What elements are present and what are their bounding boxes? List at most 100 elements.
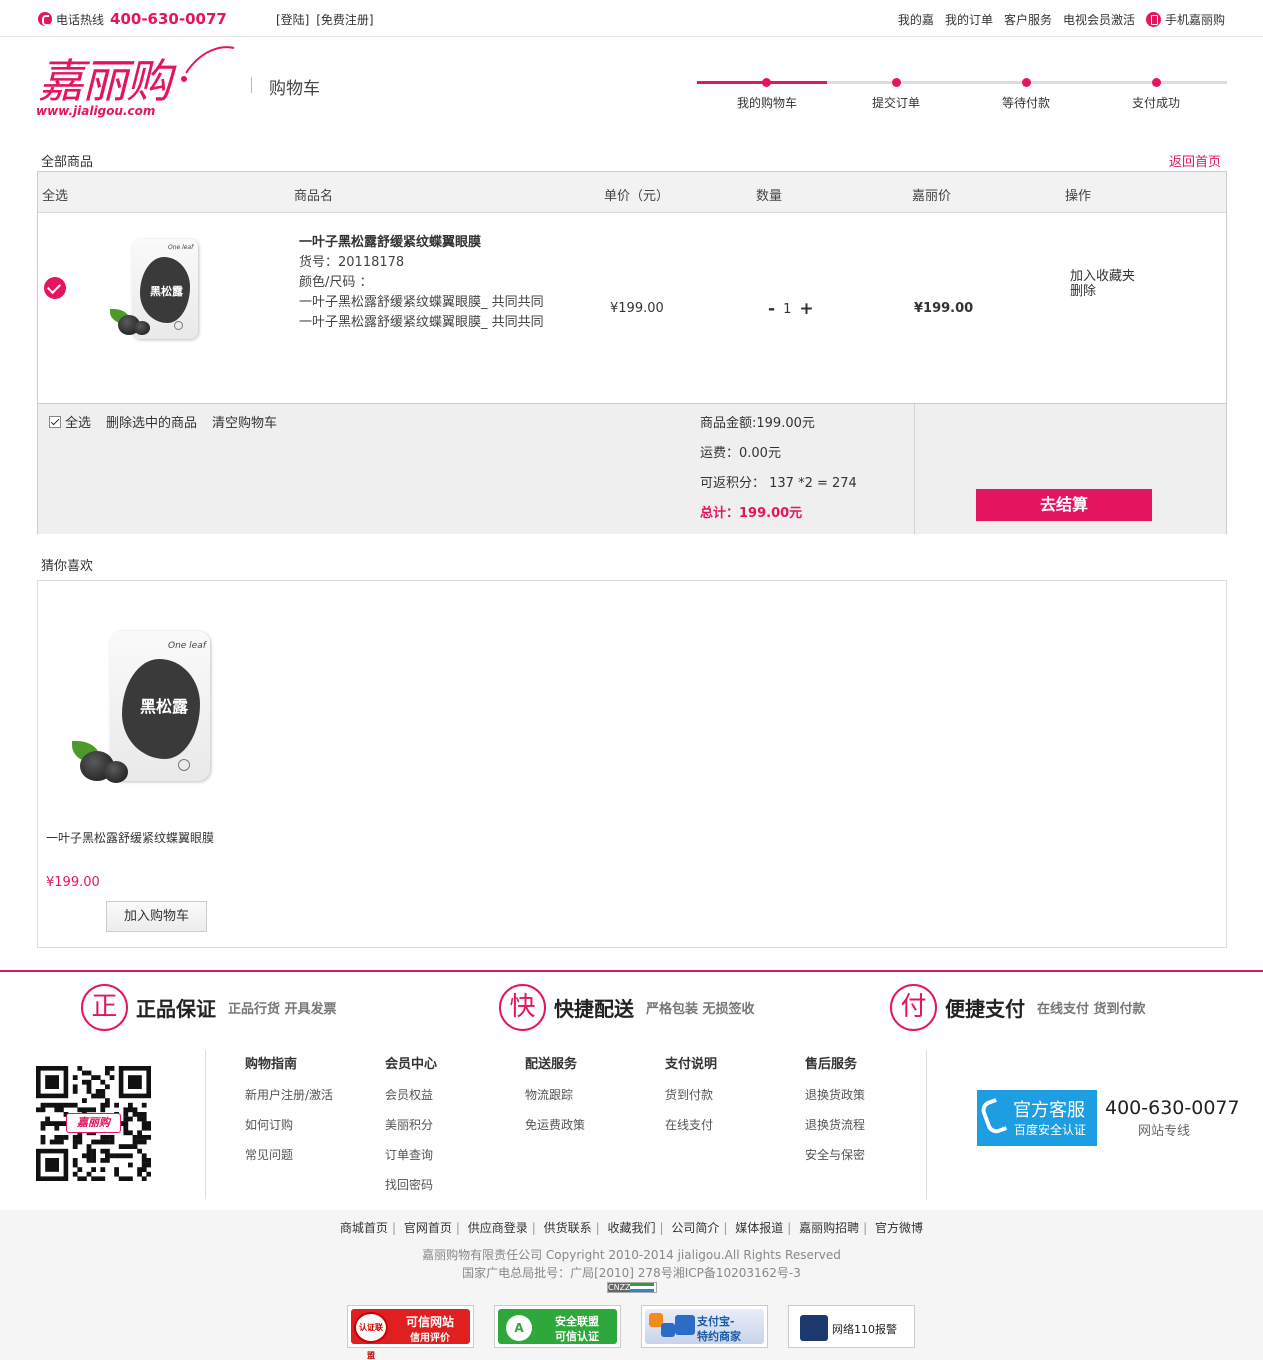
badge-line-1: 支付宝- [697,1315,735,1328]
recommend-item-name[interactable]: 一叶子黑松露舒缓紧纹蝶翼眼膜 [46,829,214,846]
cart-item-row: One leaf 黑松露 一叶子黑松露舒缓紧纹蝶翼眼膜 货号：20118178 … [38,213,1226,404]
qr-logo: 嘉丽购 [66,1113,121,1133]
add-to-favorites-link[interactable]: 加入收藏夹 [1070,269,1135,284]
police-110-badge[interactable]: 网络110报警 [788,1305,915,1348]
footer-link[interactable]: 货到付款 [665,1080,717,1110]
footer-link[interactable]: 安全与保密 [805,1140,865,1170]
copyright: 嘉丽购物有限责任公司 Copyright 2010-2014 jialigou.… [422,1248,841,1262]
footer-link[interactable]: 在线支付 [665,1110,717,1140]
nav-mobile[interactable]: 手机嘉丽购 [1145,11,1225,28]
summary-divider [914,404,915,534]
qty-value[interactable]: 1 [783,302,791,317]
col-select-all[interactable]: 全选 [42,185,68,204]
feature-sub: 严格包装 无损签收 [646,1002,755,1017]
quantity-stepper: - 1 + [768,299,814,319]
footer-link[interactable]: 订单查询 [385,1140,437,1170]
footer-link[interactable]: 会员权益 [385,1080,437,1110]
footer-col-title: 配送服务 [525,1057,578,1072]
footer-col-title: 购物指南 [245,1057,298,1072]
rec-pack-logo-icon [178,759,190,771]
link-supply-contact[interactable]: 供货联系 [544,1221,592,1235]
cnzz-badge[interactable]: CNZZ [607,1282,657,1293]
col-quantity: 数量 [756,189,783,204]
footer-link[interactable]: 常见问题 [245,1140,333,1170]
trusted-site-badge[interactable]: 认证联盟 可信网站 信用评价 [347,1305,474,1360]
bottom-footer: 商城首页 | 官网首页 | 供应商登录 | 供货联系 | 收藏我们 | 公司简介 | 媒体报… [0,1210,1263,1360]
link-mall-home[interactable]: 商城首页 [340,1221,388,1235]
nav-mobile-label: 手机嘉丽购 [1164,13,1225,27]
footer-col-member: 会员中心 会员权益 美丽积分 订单查询 找回密码 [385,1056,437,1200]
footer-link[interactable]: 退换货政策 [805,1080,865,1110]
rec-product-pack: One leaf 黑松露 [110,631,210,781]
item-attr-label: 颜色/尺码 ： [299,275,373,290]
nav-customer-service[interactable]: 客户服务 [1004,11,1052,28]
mobile-icon [1145,12,1161,27]
service-number-sub: 网站专线 [1138,1124,1191,1139]
step-submit-order: 提交订单 [871,96,920,110]
hotline: 电话热线 400-630-0077 [38,10,227,28]
footer-divider-right [926,1050,927,1199]
add-to-cart-button[interactable]: 加入购物车 [106,901,207,932]
nav-my-jia[interactable]: 我的嘉 [898,11,934,28]
link-bookmark[interactable]: 收藏我们 [607,1221,655,1235]
clear-cart-link[interactable]: 清空购物车 [212,412,277,431]
site-logo[interactable]: 嘉丽购 www.jialigou.com [36,45,236,123]
footer-col-payment: 支付说明 货到付款 在线支付 [665,1056,717,1140]
all-goods-label: 全部商品 [41,155,94,170]
link-company-intro[interactable]: 公司简介 [671,1221,719,1235]
footer-link[interactable]: 如何订购 [245,1110,333,1140]
step-pay-success: 支付成功 [1131,96,1180,110]
top-nav: 我的嘉 我的订单 客户服务 电视会员激活 手机嘉丽购 [898,11,1225,28]
puzzle-icon-3 [675,1315,695,1335]
alipay-inner: 支付宝- 特约商家 [645,1309,764,1344]
security-alliance-badge[interactable]: A 安全联盟 可信认证 [494,1305,621,1348]
delete-item-link[interactable]: 删除 [1070,284,1135,299]
shield-icon: A [506,1315,532,1341]
badge-line-2: 信用评价 [410,1333,450,1344]
badge-line-1: 安全联盟 [555,1315,599,1328]
item-name[interactable]: 一叶子黑松露舒缓紧纹蝶翼眼膜 [299,231,481,250]
pack-logo-icon [174,321,183,330]
cnzz-label: CNZZ [608,1283,631,1292]
feature-fast-delivery: 快 快捷配送 严格包装 无损签收 [499,984,755,1031]
footer-link[interactable]: 退换货流程 [805,1110,865,1140]
link-official-home[interactable]: 官网首页 [404,1221,452,1235]
nav-tv-member[interactable]: 电视会员激活 [1063,11,1135,28]
link-media[interactable]: 媒体报道 [735,1221,783,1235]
item-jiali-price: ¥199.00 [914,301,974,316]
item-checkbox[interactable] [44,277,66,299]
link-supplier-login[interactable]: 供应商登录 [468,1221,528,1235]
qty-minus-button[interactable]: - [768,299,775,319]
footer-link[interactable]: 新用户注册/激活 [245,1080,333,1110]
pack-cn-label: 黑松露 [150,285,183,298]
footer-divider-left [205,1050,206,1199]
select-all-checkbox[interactable]: 全选 [49,412,91,431]
footer-link[interactable]: 物流跟踪 [525,1080,585,1110]
step-await-payment: 等待付款 [1001,96,1050,110]
feature-payment: 付 便捷支付 在线支付 货到付款 [890,984,1146,1031]
bottom-links: 商城首页 | 官网首页 | 供应商登录 | 供货联系 | 收藏我们 | 公司简介 | 媒体报… [339,1221,924,1235]
auth-links: [登陆] [免费注册] [276,11,374,28]
recommend-product-image[interactable]: One leaf 黑松露 [68,621,238,811]
delete-selected-link[interactable]: 删除选中的商品 [106,412,197,431]
back-home-link[interactable]: 返回首页 [1169,151,1221,170]
qty-plus-button[interactable]: + [799,299,813,319]
footer-link[interactable]: 找回密码 [385,1170,437,1200]
alipay-merchant-badge[interactable]: 支付宝- 特约商家 [641,1305,768,1348]
link-jobs[interactable]: 嘉丽购招聘 [799,1221,859,1235]
nav-my-orders[interactable]: 我的订单 [945,11,993,28]
item-unit-price: ¥199.00 [610,301,664,316]
footer-link[interactable]: 免运费政策 [525,1110,585,1140]
footer-link[interactable]: 美丽积分 [385,1110,437,1140]
checkout-button[interactable]: 去结算 [976,489,1152,521]
pay-icon: 付 [890,984,937,1031]
product-image[interactable]: One leaf 黑松露 [104,233,214,349]
register-link[interactable]: [免费注册] [316,13,373,27]
cart-summary: 全选 删除选中的商品 清空购物车 商品金额:199.00元 运费：0.00元 可… [38,404,1226,534]
official-service-button[interactable]: 官方客服 百度安全认证 [977,1090,1097,1146]
item-operations: 加入收藏夹 删除 [1070,269,1135,299]
login-link[interactable]: [登陆] [276,13,309,27]
bulk-actions: 全选 删除选中的商品 清空购物车 [49,412,277,431]
link-weibo[interactable]: 官方微博 [875,1221,923,1235]
goods-amount: 商品金额:199.00元 [700,416,815,431]
